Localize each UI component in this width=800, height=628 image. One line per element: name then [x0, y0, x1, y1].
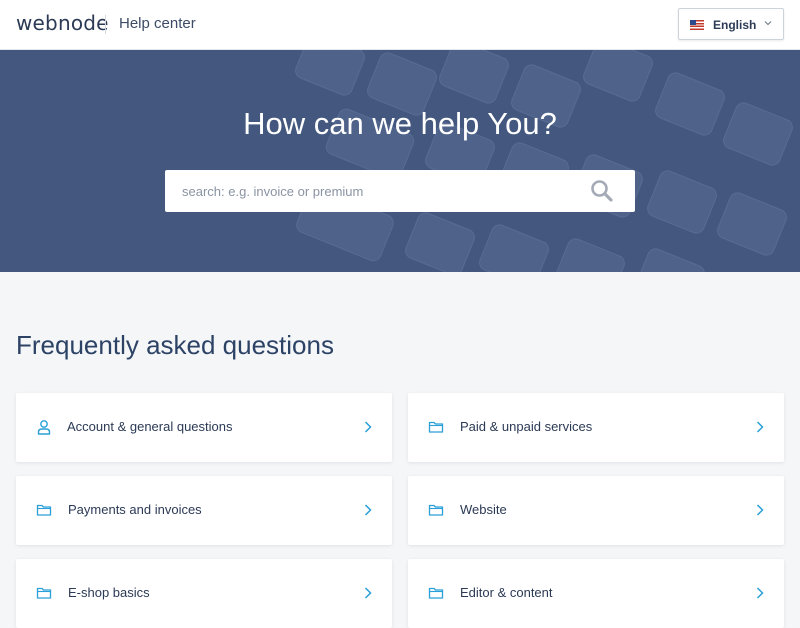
- faq-card-label: Website: [460, 502, 507, 517]
- top-header: webnode Help center English: [0, 0, 800, 50]
- user-icon: [37, 420, 51, 435]
- faq-card-label: E-shop basics: [68, 585, 150, 600]
- search-icon[interactable]: [589, 178, 615, 204]
- faq-card-eshop[interactable]: E-shop basics: [16, 559, 392, 628]
- faq-card-editor[interactable]: Editor & content: [408, 559, 784, 628]
- faq-card-label: Editor & content: [460, 585, 553, 600]
- chevron-right-icon: [756, 421, 764, 433]
- faq-card-account[interactable]: Account & general questions: [16, 393, 392, 462]
- chevron-right-icon: [364, 504, 372, 516]
- faq-card-payments[interactable]: Payments and invoices: [16, 476, 392, 545]
- faq-card-label: Account & general questions: [67, 419, 233, 434]
- chevron-right-icon: [364, 421, 372, 433]
- us-flag-icon: [690, 20, 704, 30]
- search-input[interactable]: [165, 170, 585, 212]
- folder-icon: [428, 421, 444, 433]
- chevron-right-icon: [756, 587, 764, 599]
- help-center-title[interactable]: Help center: [119, 15, 196, 32]
- header-divider: [105, 15, 106, 34]
- folder-icon: [428, 504, 444, 516]
- hero-heading: How can we help You?: [243, 106, 557, 141]
- hero-banner: How can we help You?: [0, 50, 800, 272]
- folder-icon: [428, 587, 444, 599]
- language-select[interactable]: English: [678, 8, 784, 40]
- folder-icon: [36, 587, 52, 599]
- language-label: English: [713, 18, 757, 32]
- webnode-logo[interactable]: webnode: [16, 11, 109, 35]
- faq-heading: Frequently asked questions: [16, 330, 334, 360]
- faq-card-label: Paid & unpaid services: [460, 419, 593, 434]
- faq-card-label: Payments and invoices: [68, 502, 202, 517]
- search-box: [165, 170, 635, 212]
- folder-icon: [36, 504, 52, 516]
- faq-card-website[interactable]: Website: [408, 476, 784, 545]
- faq-card-paid-unpaid[interactable]: Paid & unpaid services: [408, 393, 784, 462]
- chevron-right-icon: [364, 587, 372, 599]
- chevron-right-icon: [756, 504, 764, 516]
- faq-section: Frequently asked questions Account & gen…: [0, 272, 800, 628]
- keyboard-background-image: [295, 50, 793, 272]
- chevron-down-icon: [764, 21, 772, 26]
